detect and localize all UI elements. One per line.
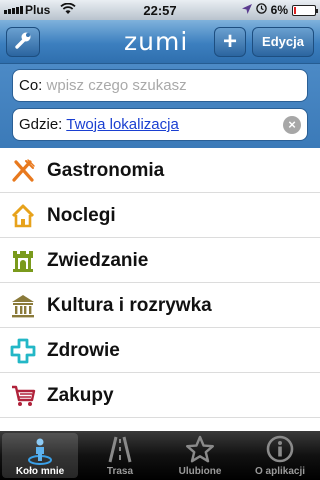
fork-knife-icon xyxy=(10,158,36,184)
tab-label: Trasa xyxy=(106,466,134,477)
castle-icon xyxy=(10,248,36,274)
tab-trasa[interactable]: Trasa xyxy=(80,431,160,480)
category-kultura[interactable]: Kultura i rozrywka xyxy=(0,283,320,328)
search-what-field[interactable]: Co: wpisz czego szukasz xyxy=(12,69,308,102)
app-logo: zumi xyxy=(124,27,189,56)
category-label: Zwiedzanie xyxy=(47,250,149,271)
category-label: Zdrowie xyxy=(47,340,120,361)
info-icon xyxy=(265,435,295,463)
category-zakupy[interactable]: Zakupy xyxy=(0,373,320,418)
battery-icon xyxy=(292,4,318,16)
category-noclegi[interactable]: Noclegi xyxy=(0,193,320,238)
category-label: Kultura i rozrywka xyxy=(47,295,212,316)
what-label: Co: xyxy=(19,77,43,94)
what-placeholder: wpisz czego szukasz xyxy=(46,77,187,94)
tab-label: O aplikacji xyxy=(254,466,306,477)
top-bar: zumi + Edycja xyxy=(0,20,320,64)
tab-label: Koło mnie xyxy=(15,466,65,477)
battery-percent: 6% xyxy=(270,3,288,17)
tab-o-aplikacji[interactable]: O aplikacji xyxy=(240,431,320,480)
tab-label: Ulubione xyxy=(178,466,222,477)
category-label: Gastronomia xyxy=(47,160,165,181)
add-button[interactable]: + xyxy=(214,27,246,57)
category-label: Noclegi xyxy=(47,205,116,226)
location-link[interactable]: Twoja lokalizacja xyxy=(66,116,179,133)
star-icon xyxy=(185,435,215,463)
location-arrow-icon xyxy=(241,3,252,17)
tab-kolo-mnie[interactable]: Koło mnie xyxy=(2,433,78,478)
medical-cross-icon xyxy=(10,338,36,364)
category-zwiedzanie[interactable]: Zwiedzanie xyxy=(0,238,320,283)
clock-icon xyxy=(255,3,267,17)
tab-bar: Koło mnie Trasa Ulubione O aplikacji xyxy=(0,431,320,480)
edit-button[interactable]: Edycja xyxy=(252,27,314,57)
settings-button[interactable] xyxy=(6,27,40,57)
category-zdrowie[interactable]: Zdrowie xyxy=(0,328,320,373)
category-list: Gastronomia Noclegi Zwiedzanie Kultura i… xyxy=(0,148,320,418)
road-icon xyxy=(105,435,135,463)
wrench-icon xyxy=(13,30,33,55)
where-label: Gdzie: xyxy=(19,116,63,133)
category-gastronomia[interactable]: Gastronomia xyxy=(0,148,320,193)
status-bar: Plus 22:57 6% xyxy=(0,0,320,20)
person-location-icon xyxy=(25,437,55,465)
tab-ulubione[interactable]: Ulubione xyxy=(160,431,240,480)
search-panel: Co: wpisz czego szukasz Gdzie: Twoja lok… xyxy=(0,64,320,148)
museum-icon xyxy=(10,293,36,319)
category-label: Zakupy xyxy=(47,385,114,406)
shopping-cart-icon xyxy=(10,383,36,409)
house-icon xyxy=(10,203,36,229)
search-where-field[interactable]: Gdzie: Twoja lokalizacja × xyxy=(12,108,308,141)
clear-location-button[interactable]: × xyxy=(283,116,301,134)
